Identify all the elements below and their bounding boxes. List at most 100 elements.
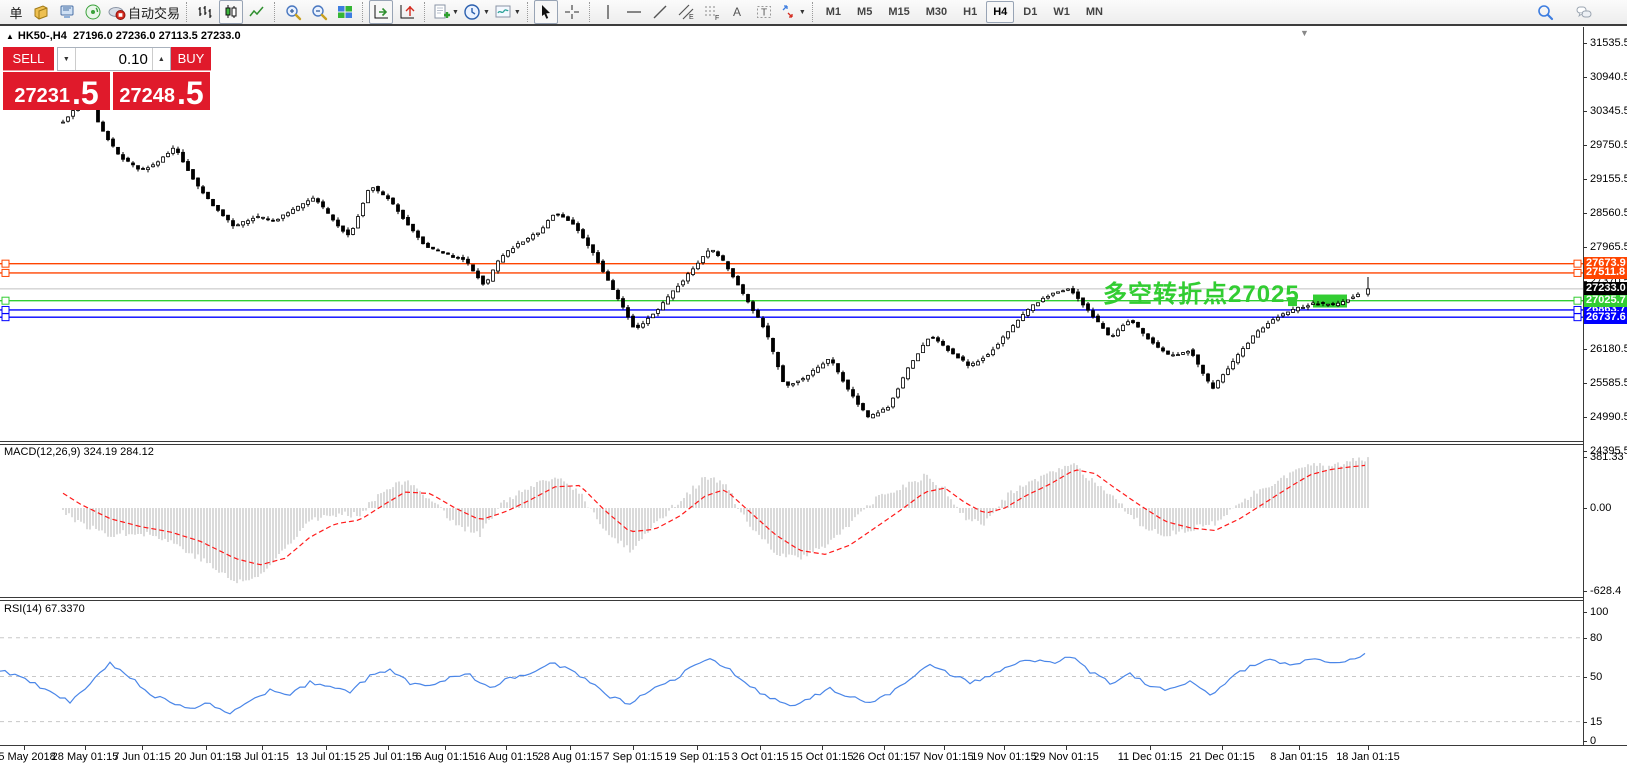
time-axis-tick: [760, 746, 761, 750]
timeframe-button-d1[interactable]: D1: [1016, 1, 1044, 23]
chart-window[interactable]: ▲HK50-,H4 27196.0 27236.0 27113.5 27233.…: [0, 27, 1627, 767]
axis-tick: [1583, 741, 1587, 742]
buy-button[interactable]: BUY: [171, 47, 211, 71]
fibonacci-button[interactable]: F: [700, 0, 724, 24]
time-axis-tick: [445, 746, 446, 750]
volume-increase-button[interactable]: ▲: [152, 48, 170, 70]
timeframe-button-m30[interactable]: M30: [919, 1, 954, 23]
horizontal-line-button[interactable]: [622, 0, 646, 24]
time-axis-label: 15 May 2018: [0, 751, 56, 763]
volume-stepper: ▼ ▲: [57, 47, 171, 71]
toolbar-separator: [274, 2, 276, 22]
main-price-pane[interactable]: [0, 29, 1583, 441]
equidistant-channel-button[interactable]: E: [674, 0, 698, 24]
pane-separator-rsi[interactable]: [0, 597, 1583, 601]
sell-price-button[interactable]: 27231.5: [3, 72, 110, 110]
time-axis-label: 6 Aug 01:15: [416, 751, 475, 763]
toolbar-separator: [812, 2, 814, 22]
timeframe-button-mn[interactable]: MN: [1079, 1, 1110, 23]
collapse-panel-icon[interactable]: ▲: [6, 32, 14, 41]
toolbar-separator: [424, 2, 426, 22]
time-axis-tick: [206, 746, 207, 750]
timeframe-button-w1[interactable]: W1: [1046, 1, 1077, 23]
cursor-button[interactable]: [534, 0, 558, 24]
axis-tick-label: 15: [1590, 716, 1602, 728]
chart-shift-icon: [398, 3, 416, 21]
auto-scroll-icon: [372, 3, 390, 21]
data-window-button[interactable]: [55, 0, 79, 24]
profiles-button[interactable]: [29, 0, 53, 24]
axis-tick: [1583, 612, 1587, 613]
volume-input[interactable]: [76, 48, 152, 70]
periods-button[interactable]: ▼: [462, 0, 491, 24]
bar-chart-button[interactable]: [193, 0, 217, 24]
chat-button[interactable]: [1572, 0, 1596, 24]
low-value: 27113.5: [159, 30, 198, 42]
vertical-line-button[interactable]: [596, 0, 620, 24]
zoom-out-button[interactable]: [307, 0, 331, 24]
axis-tick: [1583, 722, 1587, 723]
zoom-in-button[interactable]: [281, 0, 305, 24]
annotation-text[interactable]: 多空转折点27025: [1103, 274, 1300, 309]
bar-chart-icon: [196, 3, 214, 21]
signals-button[interactable]: [81, 0, 105, 24]
chart-shift-button[interactable]: [395, 0, 419, 24]
buy-price-button[interactable]: 27248.5: [113, 72, 210, 110]
arrows-tool-button[interactable]: ▼: [778, 0, 807, 24]
new-chart-icon: [432, 3, 450, 21]
axis-tick: [1583, 43, 1587, 44]
macd-label: MACD(12,26,9) 324.19 284.12: [4, 446, 154, 458]
svg-text:F: F: [715, 15, 719, 21]
fibonacci-icon: F: [703, 3, 721, 21]
templates-icon: [494, 3, 512, 21]
pane-separator-macd[interactable]: [0, 441, 1583, 445]
new-order-button[interactable]: 单: [3, 0, 27, 24]
autotrading-label: 自动交易: [128, 3, 180, 22]
timeframe-button-m1[interactable]: M1: [819, 1, 848, 23]
axis-tick: [1583, 677, 1587, 678]
search-button[interactable]: [1533, 0, 1557, 24]
time-axis-tick: [24, 746, 25, 750]
trendline-button[interactable]: [648, 0, 672, 24]
channel-icon: E: [677, 3, 695, 21]
time-axis[interactable]: 15 May 201828 May 01:157 Jun 01:1520 Jun…: [0, 745, 1627, 767]
new-chart-button[interactable]: ▼: [431, 0, 460, 24]
candlestick-chart-button[interactable]: [219, 0, 243, 24]
timeframe-button-m5[interactable]: M5: [850, 1, 879, 23]
axis-tick-label: -628.4: [1590, 585, 1621, 597]
timeframe-button-m15[interactable]: M15: [881, 1, 916, 23]
rsi-pane[interactable]: [0, 601, 1583, 745]
price-axis[interactable]: 31535.530940.530345.529750.529155.528560…: [1583, 27, 1627, 746]
autotrading-button[interactable]: 自动交易: [107, 0, 181, 24]
svg-text:A: A: [733, 5, 741, 19]
label-icon: T: [755, 3, 773, 21]
auto-scroll-button[interactable]: [369, 0, 393, 24]
crosshair-button[interactable]: [560, 0, 584, 24]
timeframe-button-h4[interactable]: H4: [986, 1, 1014, 23]
timeframe-toolbar: M1M5M15M30H1H4D1W1MN: [818, 1, 1111, 23]
time-axis-tick: [1150, 746, 1151, 750]
templates-button[interactable]: ▼: [493, 0, 522, 24]
axis-tick-label: 24990.5: [1590, 411, 1627, 423]
zoom-in-icon: [284, 3, 302, 21]
mt4-terminal: 单: [0, 0, 1627, 767]
tile-windows-button[interactable]: [333, 0, 357, 24]
line-chart-button[interactable]: [245, 0, 269, 24]
text-tool-button[interactable]: A: [726, 0, 750, 24]
dropdown-caret-icon: ▼: [483, 9, 490, 16]
time-axis-label: 3 Oct 01:15: [732, 751, 789, 763]
axis-tick: [1583, 349, 1587, 350]
time-axis-label: 15 Oct 01:15: [791, 751, 854, 763]
chart-shift-marker-icon[interactable]: ▼: [1300, 28, 1309, 38]
timeframe-button-h1[interactable]: H1: [956, 1, 984, 23]
axis-tick-label: 0.00: [1590, 502, 1611, 514]
axis-tick: [1583, 247, 1587, 248]
macd-pane[interactable]: [0, 444, 1583, 597]
text-label-button[interactable]: T: [752, 0, 776, 24]
time-axis-label: 7 Sep 01:15: [603, 751, 662, 763]
time-axis-tick: [262, 746, 263, 750]
time-axis-tick: [1222, 746, 1223, 750]
volume-decrease-button[interactable]: ▼: [58, 48, 76, 70]
axis-tick-label: 30345.5: [1590, 105, 1627, 117]
sell-button[interactable]: SELL: [3, 47, 54, 71]
